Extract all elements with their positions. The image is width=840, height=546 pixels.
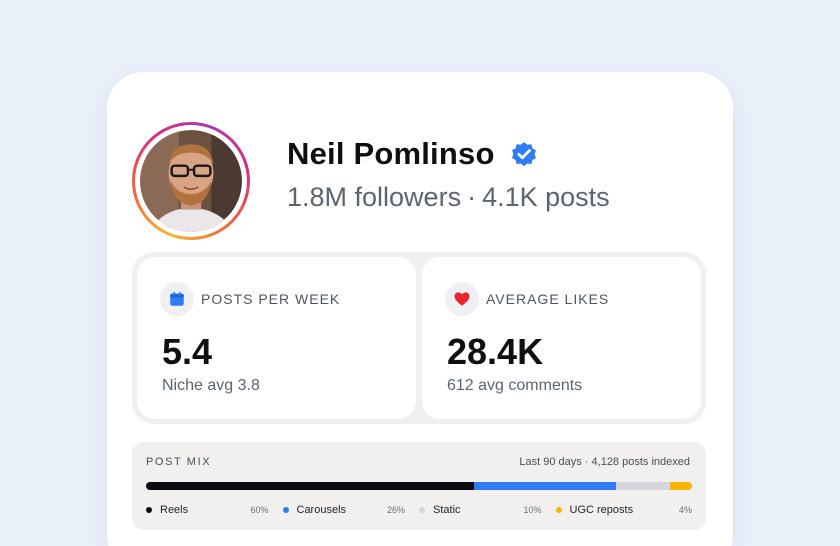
stat-posts-per-week: POSTS PER WEEK 5.4 Niche avg 3.8 bbox=[137, 257, 416, 419]
legend-label: Reels bbox=[160, 504, 189, 516]
followers-count[interactable]: 1.8M followers bbox=[287, 182, 461, 212]
legend-label: Static bbox=[433, 504, 461, 516]
legend-percent: 10% bbox=[523, 505, 542, 515]
legend-label: UGC reposts bbox=[569, 504, 634, 516]
post-mix-segment-static bbox=[615, 482, 671, 490]
stat-label: POSTS PER WEEK bbox=[201, 291, 341, 307]
post-mix-panel: POST MIX Last 90 days · 4,128 posts inde… bbox=[132, 442, 706, 530]
stat-label: AVERAGE LIKES bbox=[486, 291, 610, 307]
separator: · bbox=[467, 182, 477, 212]
legend-item: Static 10% bbox=[419, 504, 556, 516]
legend-dot bbox=[419, 507, 425, 513]
stat-panel: POSTS PER WEEK 5.4 Niche avg 3.8 AVERAGE… bbox=[132, 252, 706, 424]
legend-percent: 26% bbox=[386, 505, 405, 515]
legend-dot bbox=[282, 507, 289, 513]
legend-item: UGC reposts 4% bbox=[555, 504, 692, 516]
legend-label: Carousels bbox=[296, 504, 347, 516]
post-mix-legend: Reels 60% Carousels 26% Static 10% UGC reposts… bbox=[146, 504, 692, 516]
legend-item: Carousels 26% bbox=[282, 504, 420, 516]
stat-average-likes: AVERAGE LIKES 28.4K 612 avg comments bbox=[422, 257, 701, 419]
avatar-story-ring[interactable] bbox=[132, 122, 250, 240]
stat-value: 28.4K bbox=[447, 331, 544, 372]
posts-count[interactable]: 4.1K posts bbox=[482, 182, 610, 212]
profile-card: Neil Pomlinso 1.8M followers · 4.1K posts … bbox=[107, 72, 733, 546]
stat-subtext: 612 avg comments bbox=[447, 377, 583, 394]
post-mix-title: POST MIX bbox=[146, 456, 212, 468]
post-mix-segment-reels bbox=[146, 482, 474, 490]
legend-dot bbox=[146, 507, 152, 513]
verified-badge-icon bbox=[511, 142, 536, 167]
stat-subtext: Niche avg 3.8 bbox=[162, 377, 260, 394]
profile-name[interactable]: Neil Pomlinso bbox=[287, 136, 495, 172]
legend-percent: 60% bbox=[250, 505, 269, 515]
profile-name-row: Neil Pomlinso bbox=[287, 136, 539, 172]
post-mix-segment-ugc-reposts bbox=[670, 482, 692, 490]
calendar-icon bbox=[170, 291, 184, 306]
avatar bbox=[140, 130, 242, 232]
post-mix-bar bbox=[146, 482, 692, 490]
legend-item: Reels 60% bbox=[146, 504, 283, 516]
profile-stats-line: 1.8M followers · 4.1K posts bbox=[287, 182, 610, 213]
legend-dot bbox=[555, 507, 562, 513]
stat-value: 5.4 bbox=[162, 331, 213, 372]
post-mix-meta: Last 90 days · 4,128 posts indexed bbox=[519, 456, 690, 468]
post-mix-segment-carousels bbox=[473, 482, 616, 490]
legend-percent: 4% bbox=[678, 505, 692, 515]
heart-icon bbox=[454, 292, 470, 306]
